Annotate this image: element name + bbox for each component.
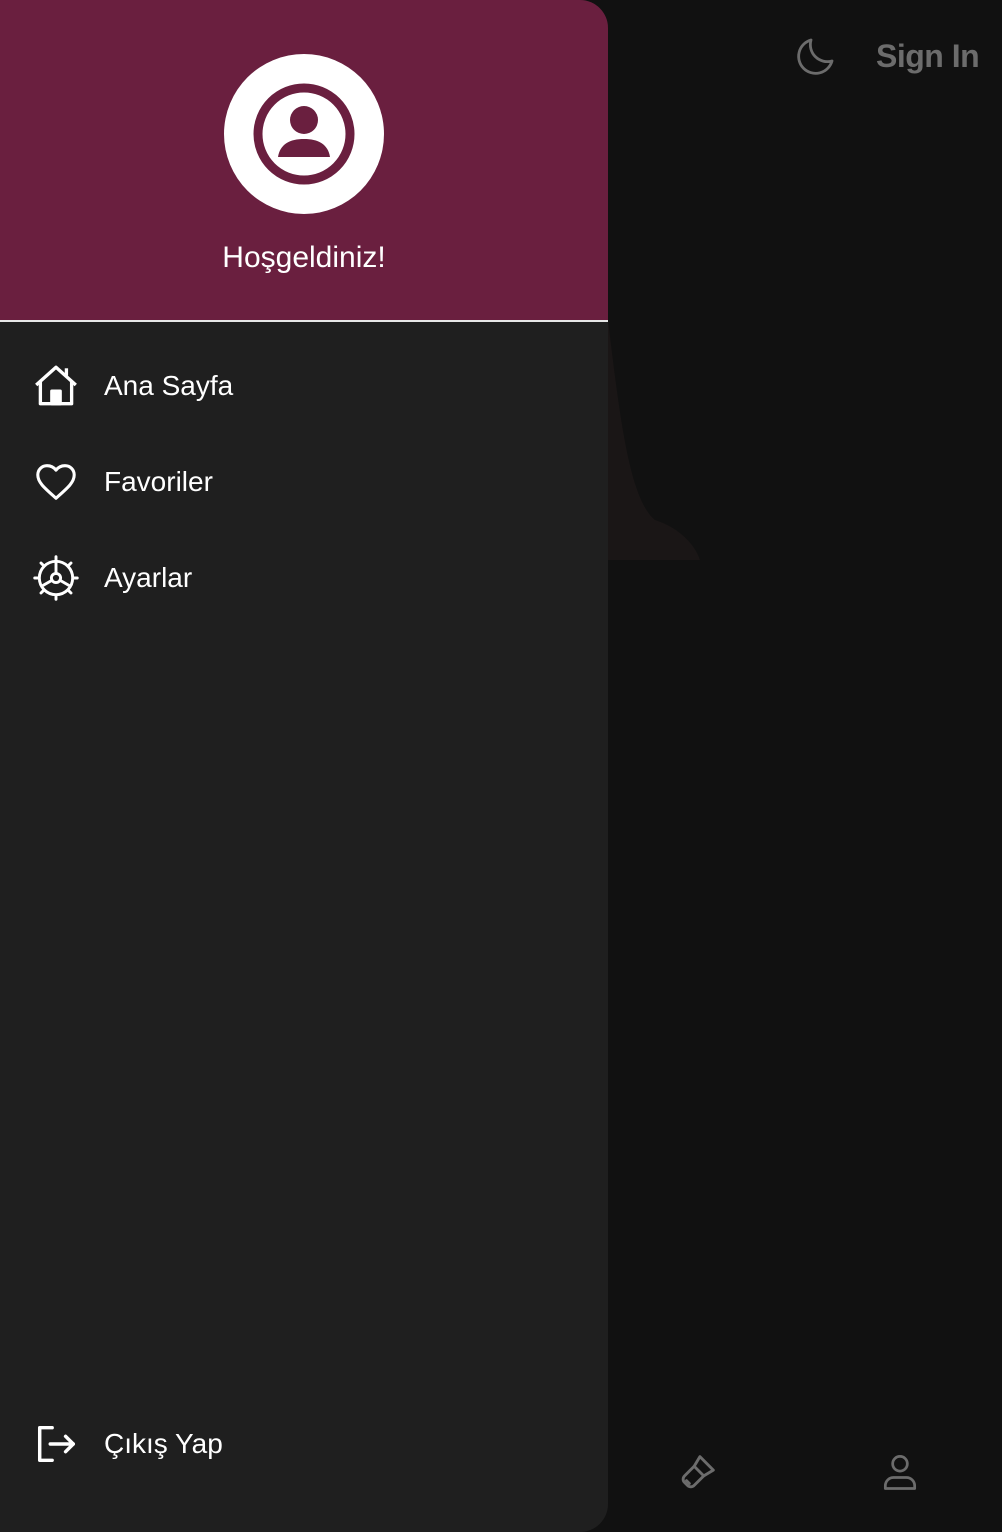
bottom-navigation: [608, 1412, 1002, 1532]
menu-item-favorites[interactable]: Favoriler: [0, 434, 608, 530]
screen: Sign In Hoşgeldiniz! Ana Sayfa Favoriler…: [0, 0, 1002, 1532]
logout-button[interactable]: Çıkış Yap: [0, 1396, 608, 1492]
bottom-nav-profile[interactable]: [874, 1446, 926, 1498]
user-icon: [883, 1455, 917, 1490]
menu-item-label: Favoriler: [104, 466, 213, 497]
drawer-menu: Ana Sayfa Favoriler Ayarlar: [0, 338, 608, 626]
brush-icon: [681, 1455, 715, 1489]
drawer-header: Hoşgeldiniz!: [0, 0, 608, 322]
logout-label: Çıkış Yap: [104, 1428, 223, 1459]
gear-icon: [30, 552, 82, 604]
heart-icon: [30, 456, 82, 508]
menu-item-settings[interactable]: Ayarlar: [0, 530, 608, 626]
menu-item-home[interactable]: Ana Sayfa: [0, 338, 608, 434]
bottom-nav-brush[interactable]: [672, 1446, 724, 1498]
theme-toggle-button[interactable]: [790, 30, 842, 82]
navigation-drawer: Hoşgeldiniz! Ana Sayfa Favoriler Ayarlar…: [0, 0, 608, 1532]
sign-in-label: Sign In: [876, 37, 980, 74]
account-circle-icon: [253, 83, 355, 185]
top-bar: Sign In: [608, 0, 1002, 112]
menu-item-label: Ayarlar: [104, 562, 193, 593]
menu-item-label: Ana Sayfa: [104, 370, 234, 401]
avatar[interactable]: [224, 54, 384, 214]
sign-in-button[interactable]: Sign In: [876, 34, 980, 78]
moon-icon: [797, 38, 834, 75]
welcome-text: Hoşgeldiniz!: [222, 241, 386, 274]
home-icon: [30, 360, 82, 412]
logout-icon: [30, 1418, 82, 1470]
